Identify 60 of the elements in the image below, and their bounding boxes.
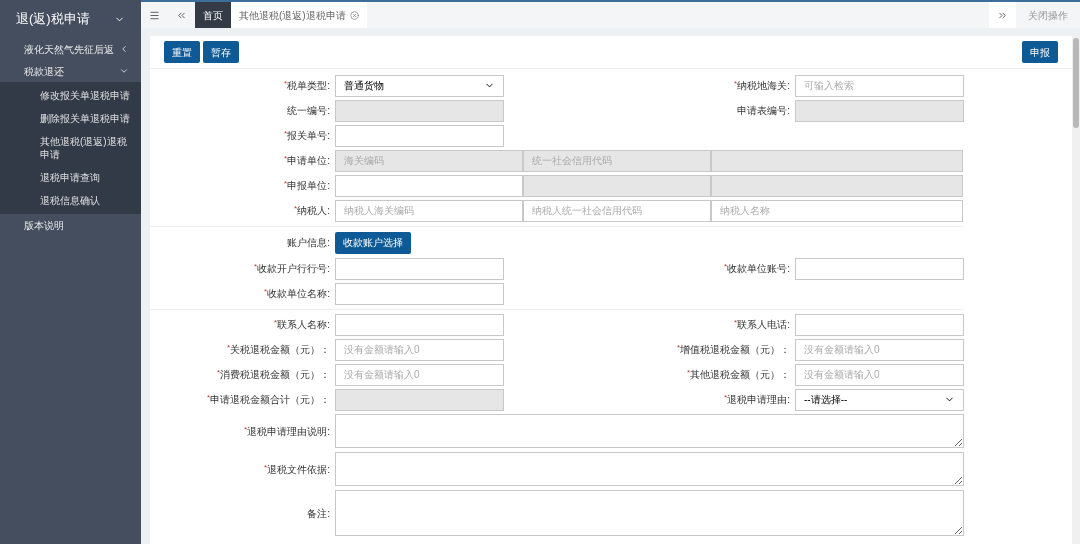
submenu-item[interactable]: 删除报关单退税申请 — [0, 107, 141, 130]
submenu-item[interactable]: 其他退税(退返)退税申请 — [0, 130, 141, 166]
field-label: *税单类型: — [284, 78, 330, 93]
field-label: *纳税地海关: — [734, 78, 790, 93]
field-label: *关税退税金额（元）： — [226, 342, 330, 357]
sidebar-item[interactable]: 版本说明 — [0, 214, 141, 236]
submit-button[interactable]: 申报 — [1022, 41, 1058, 63]
field-label: 统一编号: — [287, 104, 330, 118]
field-label: *申报单位: — [284, 178, 330, 193]
input-field[interactable] — [335, 282, 504, 305]
field-label: *申请单位: — [284, 153, 330, 168]
field-label: *消费税退税金额（元）： — [216, 367, 330, 382]
field-label: *退税文件依据: — [264, 461, 330, 477]
field-label: *增值税退税金额（元）： — [676, 342, 790, 357]
tab[interactable]: 首页 — [195, 2, 231, 28]
input-field[interactable]: 没有金额请输入0 — [335, 338, 504, 361]
tab[interactable]: 其他退税(退返)退税申请 — [231, 2, 367, 28]
field-label: *申请退税金额合计（元）： — [206, 392, 330, 407]
field-label: *纳税人: — [294, 203, 330, 218]
input-field[interactable]: 没有金额请输入0 — [795, 363, 964, 386]
close-icon[interactable] — [349, 10, 359, 20]
input-field[interactable]: 可输入检索 — [795, 74, 964, 97]
menu-icon[interactable] — [149, 9, 160, 21]
field-label: *联系人电话: — [734, 317, 790, 332]
input-field[interactable] — [335, 174, 523, 197]
input-field[interactable]: 没有金额请输入0 — [795, 338, 964, 361]
input-field[interactable]: 纳税人名称 — [711, 199, 963, 222]
field-label: 申请表编号: — [737, 104, 790, 118]
input-field[interactable]: 没有金额请输入0 — [335, 363, 504, 386]
account-select-button[interactable]: 收款账户选择 — [335, 231, 411, 254]
input-field[interactable] — [335, 257, 504, 280]
field-label: *报关单号: — [284, 128, 330, 143]
scrollbar[interactable] — [1072, 36, 1080, 544]
text-area[interactable] — [335, 414, 964, 448]
input-field[interactable] — [795, 313, 964, 336]
text-area[interactable] — [335, 490, 964, 536]
text-area[interactable] — [335, 452, 964, 486]
field-label: *收款开户行行号: — [254, 261, 330, 276]
input-field[interactable] — [335, 124, 504, 147]
toolbar-button[interactable]: 暂存 — [203, 41, 239, 63]
sidebar-item[interactable]: 税款退还 — [0, 60, 141, 82]
field-label: *联系人名称: — [274, 317, 330, 332]
field-label: 备注: — [307, 506, 330, 521]
field-label: *收款单位名称: — [264, 286, 330, 301]
submenu-item[interactable]: 退税信息确认 — [0, 189, 141, 212]
submenu-item[interactable]: 退税申请查询 — [0, 166, 141, 189]
select-field[interactable]: --请选择-- — [795, 388, 964, 411]
sidebar-title[interactable]: 退(返)税申请 — [0, 0, 141, 38]
select-field[interactable]: 普通货物 — [335, 74, 504, 97]
input-field[interactable] — [335, 313, 504, 336]
field-label: *退税申请理由说明: — [244, 423, 330, 439]
field-label: *其他退税金额（元）： — [686, 367, 790, 382]
submenu-item[interactable]: 修改报关单退税申请 — [0, 84, 141, 107]
field-label: 账户信息: — [287, 236, 330, 250]
sidebar-item[interactable]: 液化天然气先征后返 — [0, 38, 141, 60]
toolbar-button[interactable]: 重置 — [164, 41, 200, 63]
input-field[interactable] — [795, 257, 964, 280]
field-label: *退税申请理由: — [724, 392, 790, 407]
input-field[interactable]: 纳税人海关编码 — [335, 199, 523, 222]
field-label: *收款单位账号: — [724, 261, 790, 276]
